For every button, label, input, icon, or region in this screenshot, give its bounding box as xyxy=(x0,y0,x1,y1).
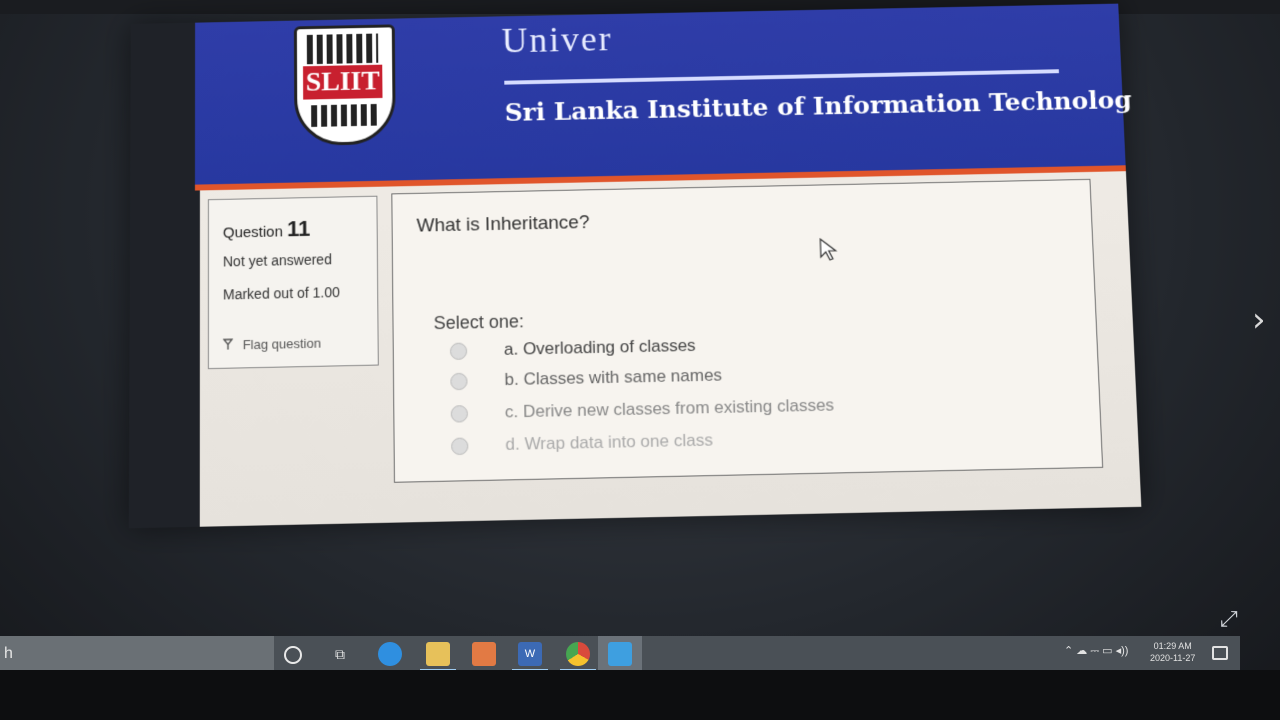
cortana-icon[interactable] xyxy=(284,646,302,664)
select-one-prompt: Select one: xyxy=(433,311,525,334)
chrome-icon[interactable] xyxy=(566,642,590,666)
quiz-page: SLIIT Univer Sri Lanka Institute of Info… xyxy=(128,3,1142,529)
answer-option-d[interactable]: d. Wrap data into one class xyxy=(451,430,713,456)
question-text: What is Inheritance? xyxy=(416,212,590,237)
radio-button[interactable] xyxy=(450,372,468,391)
edge-browser-icon[interactable] xyxy=(378,642,402,666)
photos-icon[interactable] xyxy=(608,642,632,666)
page-left-margin xyxy=(128,22,201,529)
clock-time: 01:29 AM xyxy=(1153,641,1192,651)
option-label: d. Wrap data into one class xyxy=(505,430,714,454)
notification-icon[interactable] xyxy=(1212,646,1228,660)
word-icon[interactable]: W xyxy=(518,642,542,666)
file-explorer-icon[interactable] xyxy=(426,642,450,666)
logo-pattern-bottom xyxy=(311,103,377,127)
task-view-icon[interactable]: ⧉ xyxy=(330,644,350,664)
option-label: b. Classes with same names xyxy=(504,365,723,390)
question-content-box: What is Inheritance? Select one: a. Over… xyxy=(391,178,1104,483)
system-tray-icons[interactable]: ⌃ ☁ ⎓ ▭ ◂)) xyxy=(1064,644,1128,658)
flag-question-button[interactable]: Flag question xyxy=(223,336,321,353)
radio-button[interactable] xyxy=(451,437,469,456)
answer-option-c[interactable]: c. Derive new classes from existing clas… xyxy=(450,395,835,423)
option-label: c. Derive new classes from existing clas… xyxy=(504,395,835,422)
answer-option-a[interactable]: a. Overloading of classes xyxy=(449,335,696,361)
flag-question-label: Flag question xyxy=(242,335,322,353)
sliit-logo: SLIIT xyxy=(293,24,396,147)
chevron-right-icon[interactable]: › xyxy=(1252,300,1266,340)
answer-option-b[interactable]: b. Classes with same names xyxy=(450,365,722,391)
university-header-banner: SLIIT Univer Sri Lanka Institute of Info… xyxy=(194,3,1132,191)
logo-pattern-top xyxy=(306,33,379,65)
question-number-label: Question 11 xyxy=(223,216,310,244)
question-info-panel: Question 11 Not yet answered Marked out … xyxy=(207,195,379,370)
logo-text: SLIIT xyxy=(303,64,383,100)
radio-button[interactable] xyxy=(449,342,468,361)
monitor-bezel-bottom xyxy=(0,670,1280,720)
university-top-title: Univer xyxy=(501,18,613,61)
taskbar-clock[interactable]: 01:29 AM 2020-11-27 xyxy=(1150,640,1195,664)
university-name: Sri Lanka Institute of Information Techn… xyxy=(504,85,1133,127)
question-status: Not yet answered xyxy=(222,251,332,270)
taskbar-search-input[interactable]: h xyxy=(0,636,274,672)
app-icon[interactable] xyxy=(472,642,496,666)
expand-icon[interactable]: ⤢ xyxy=(1220,606,1238,632)
flag-icon xyxy=(223,337,233,347)
question-marks: Marked out of 1.00 xyxy=(222,284,340,303)
option-label: a. Overloading of classes xyxy=(503,335,696,359)
header-divider xyxy=(504,69,1059,85)
question-number: 11 xyxy=(286,215,311,242)
question-label: Question xyxy=(222,223,283,242)
clock-date: 2020-11-27 xyxy=(1150,653,1196,663)
windows-taskbar: h ⧉ W ⌃ ☁ ⎓ ▭ ◂)) 01:29 AM 2020-11-27 xyxy=(0,636,1240,672)
radio-button[interactable] xyxy=(450,405,469,423)
